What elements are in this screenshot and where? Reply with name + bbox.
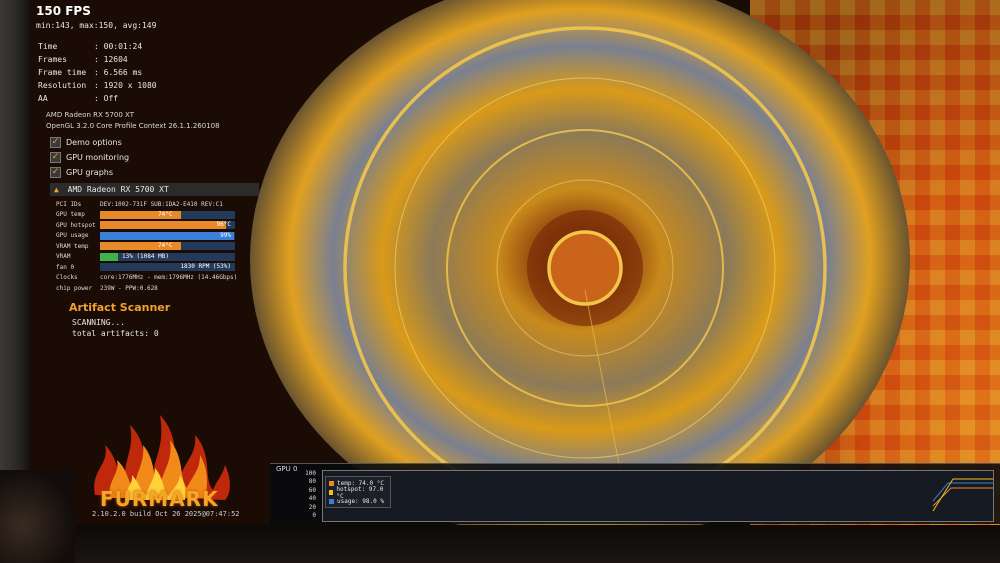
- fan-bar: 1830 RPM (53%): [100, 263, 235, 272]
- legend-swatch: [329, 499, 334, 504]
- stat-key: Frames: [38, 55, 67, 64]
- monitor-row-vram-temp: VRAM temp 74°C: [56, 241, 237, 252]
- graph-plot-area: [322, 470, 994, 522]
- graph-legend: temp: 74.0 °C hotspot: 97.0 °C usage: 98…: [325, 476, 391, 508]
- background-object: [0, 470, 75, 563]
- monitor-row-pci: PCI IDs DEV:1002-731F SUB:1DA2-E410 REV:…: [56, 199, 237, 210]
- stat-key: Frame time: [38, 68, 87, 77]
- artifact-total: total artifacts: 0: [72, 329, 159, 338]
- legend-item-usage: usage: 98.0 %: [329, 497, 387, 506]
- gpu-panel-header[interactable]: ▲ AMD Radeon RX 5700 XT: [50, 183, 259, 196]
- y-tick-label: 80: [308, 478, 316, 486]
- y-tick-label: 20: [308, 503, 316, 511]
- legend-text: usage: 98.0 %: [337, 498, 384, 505]
- checkbox-gpu-monitoring[interactable]: ✓ GPU monitoring: [50, 150, 129, 165]
- monitor-key: fan 0: [56, 263, 75, 271]
- stat-value: : Off: [94, 94, 119, 103]
- vram-temp-bar: 74°C: [100, 242, 235, 251]
- checkbox-label: Demo options: [66, 138, 122, 147]
- stat-key: AA: [38, 94, 48, 103]
- graph-y-axis: 100 80 60 40 20 0: [304, 470, 316, 520]
- vram-bar: 13% (1084 MB): [100, 252, 235, 261]
- stat-key: Time: [38, 42, 58, 51]
- stat-row-frames: Frames : 12604: [38, 53, 157, 66]
- gpu-graph-panel: GPU 0 100 80 60 40 20 0 temp: 74.0 °C ho…: [270, 463, 1000, 524]
- monitor-row-vram: VRAM 13% (1084 MB): [56, 252, 237, 263]
- bar-text: 74°C: [158, 210, 173, 218]
- monitor-key: Clocks: [56, 274, 78, 282]
- monitor-screen: 150 FPS min:143, max:150, avg:149 Time :…: [30, 0, 1000, 525]
- hotspot-bar: 96°C: [100, 221, 235, 230]
- bar-text: 74°C: [158, 242, 173, 250]
- checkmark-icon: ✓: [50, 167, 61, 178]
- bar-text: 13% (1084 MB): [122, 252, 169, 260]
- monitor-row-usage: GPU usage 99%: [56, 231, 237, 242]
- legend-item-hotspot: hotspot: 97.0 °C: [329, 486, 387, 500]
- y-tick-label: 40: [308, 495, 316, 503]
- legend-swatch: [329, 481, 334, 486]
- gpu-name: AMD Radeon RX 5700 XT: [46, 111, 135, 119]
- y-tick-label: 0: [312, 512, 316, 520]
- stat-row-aa: AA : Off: [38, 92, 157, 105]
- checkbox-label: GPU graphs: [66, 168, 114, 177]
- fps-counter: 150 FPS: [36, 4, 91, 18]
- monitor-value: 239W - PPW:0.628: [100, 284, 158, 292]
- stat-row-frame-time: Frame time : 6.566 ms: [38, 66, 157, 79]
- monitor-key: GPU temp: [56, 211, 85, 219]
- stat-key: Resolution: [38, 81, 87, 90]
- artifact-scanner-body: SCANNING... total artifacts: 0: [72, 317, 159, 339]
- monitor-row-power: chip power 239W - PPW:0.628: [56, 283, 237, 294]
- checkmark-icon: ✓: [50, 137, 61, 148]
- stats-block: Time : 00:01:24 Frames : 12604 Frame tim…: [38, 40, 157, 105]
- monitor-key: GPU usage: [56, 232, 89, 240]
- bar-text: 1830 RPM (53%): [180, 263, 231, 271]
- y-tick-label: 100: [305, 470, 316, 477]
- monitor-key: PCI IDs: [56, 200, 82, 208]
- collapse-triangle-icon: ▲: [54, 185, 59, 194]
- gpu-monitor-table: PCI IDs DEV:1002-731F SUB:1DA2-E410 REV:…: [56, 199, 237, 294]
- stat-value: : 1920 x 1080: [94, 81, 157, 90]
- monitor-key: VRAM temp: [56, 242, 89, 250]
- monitor-bezel-bottom: [0, 525, 1000, 563]
- stat-row-time: Time : 00:01:24: [38, 40, 157, 53]
- monitor-key: GPU hotspot: [56, 221, 96, 229]
- artifact-scanner-title: Artifact Scanner: [69, 301, 171, 314]
- monitor-value: DEV:1002-731F SUB:1DA2-E410 REV:C1: [100, 200, 223, 208]
- bar-text: 96°C: [216, 221, 231, 229]
- monitor-key: chip power: [56, 284, 93, 292]
- monitor-row-hotspot: GPU hotspot 96°C: [56, 220, 237, 231]
- monitor-key: VRAM: [56, 253, 71, 261]
- options-checkboxes: ✓ Demo options ✓ GPU monitoring ✓ GPU gr…: [50, 135, 129, 180]
- furmark-hud: 150 FPS min:143, max:150, avg:149 Time :…: [30, 0, 290, 525]
- build-version: 2.10.2.0 build Oct 26 2025@07:47:52: [92, 510, 240, 518]
- graph-gpu-label: GPU 0: [276, 465, 298, 473]
- y-tick-label: 60: [308, 486, 316, 494]
- monitor-row-clocks: Clocks core:1776MHz - mem:1796MHz (14.46…: [56, 273, 237, 284]
- stat-row-resolution: Resolution : 1920 x 1080: [38, 79, 157, 92]
- checkbox-gpu-graphs[interactable]: ✓ GPU graphs: [50, 165, 129, 180]
- stat-value: : 6.566 ms: [94, 68, 143, 77]
- legend-swatch: [329, 490, 334, 495]
- checkbox-demo-options[interactable]: ✓ Demo options: [50, 135, 129, 150]
- stat-value: : 00:01:24: [94, 42, 143, 51]
- fps-min-max-avg: min:143, max:150, avg:149: [36, 21, 157, 30]
- checkmark-icon: ✓: [50, 152, 61, 163]
- gpu-panel-title: AMD Radeon RX 5700 XT: [67, 185, 169, 194]
- graph-lines: [932, 478, 993, 512]
- renderer-info: AMD Radeon RX 5700 XT OpenGL 3.2.0 Core …: [46, 110, 220, 132]
- opengl-version: OpenGL 3.2.0 Core Profile Context 26.1.1…: [46, 122, 220, 130]
- monitor-row-fan: fan 0 1830 RPM (53%): [56, 262, 237, 273]
- checkbox-label: GPU monitoring: [66, 153, 130, 162]
- artifact-status: SCANNING...: [72, 318, 125, 327]
- bar-text: 99%: [220, 231, 231, 239]
- gpu-temp-bar: 74°C: [100, 210, 235, 219]
- usage-bar: 99%: [100, 231, 235, 240]
- stat-value: : 12604: [94, 55, 128, 64]
- monitor-row-gpu-temp: GPU temp 74°C: [56, 210, 237, 221]
- furmark-logo-text: FURMARK: [100, 487, 219, 511]
- monitor-value: core:1776MHz - mem:1796MHz (14.46Gbps): [100, 274, 238, 282]
